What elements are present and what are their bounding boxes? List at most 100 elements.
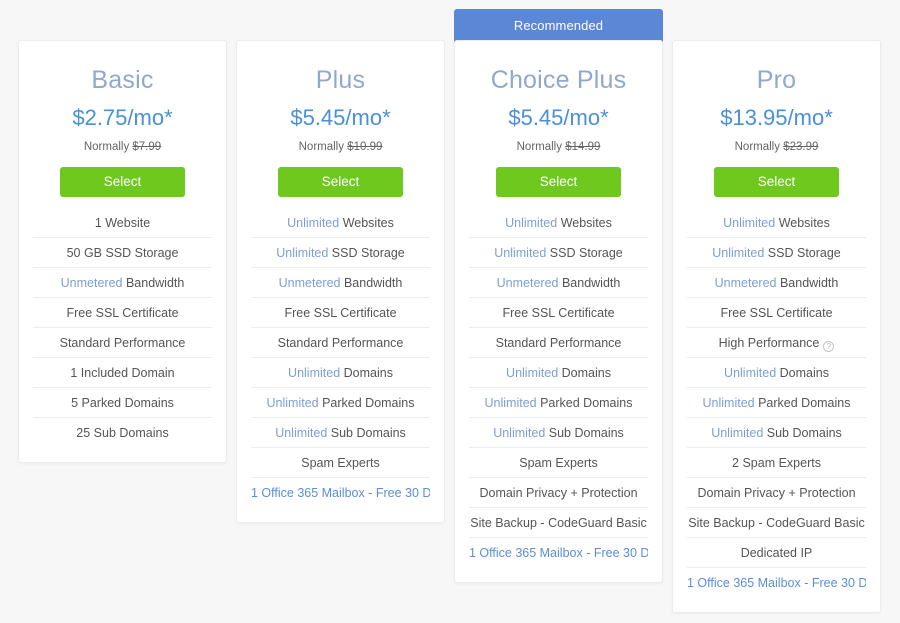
feature-label: Standard Performance [495,336,622,350]
feature-label: Standard Performance [59,336,186,350]
feature-label: Domain Privacy + Protection [697,486,856,500]
plan-title: Basic [91,66,154,94]
plan-normal-price: Normally $14.99 [455,140,662,154]
feature-label: Dedicated IP [740,546,813,560]
feature-row: Site Backup - CodeGuard Basic [687,508,866,538]
feature-row: Unlimited Sub Domains [251,418,430,448]
feature-row: 50 GB SSD Storage [33,238,212,268]
feature-row: Unlimited Domains [687,358,866,388]
feature-label: 1 Included Domain [70,366,175,380]
feature-row: Unlimited Websites [251,208,430,238]
feature-highlight: Unlimited [493,426,546,440]
feature-row: 1 Website [33,208,212,238]
select-button-choiceplus[interactable]: Select [496,167,621,197]
feature-label: Domains [340,366,393,380]
feature-row: Unlimited Parked Domains [469,388,648,418]
plan-price: $5.45/mo* [290,105,391,130]
feature-row: Free SSL Certificate [687,298,866,328]
feature-highlight: Unmetered [278,276,341,290]
feature-label: Free SSL Certificate [720,306,833,320]
feature-row: Unlimited Sub Domains [687,418,866,448]
struck-price: $7.99 [132,141,162,153]
feature-row[interactable]: 1 Office 365 Mailbox - Free 30 Days [469,538,648,568]
feature-row: High Performance? [687,328,866,358]
feature-label: Domain Privacy + Protection [479,486,638,500]
plan-normal-price: Normally $10.99 [237,140,444,154]
feature-row[interactable]: 1 Office 365 Mailbox - Free 30 Days [251,478,430,508]
feature-row: Unlimited SSD Storage [251,238,430,268]
plan-price: $13.95/mo* [720,105,833,130]
plan-header: Plus $5.45/mo* Normally $10.99 Select [237,41,444,197]
feature-label: Sub Domains [327,426,406,440]
struck-price: $10.99 [347,141,383,153]
feature-list: Unlimited Websites Unlimited SSD Storage U… [673,208,880,612]
feature-label: 1 Office 365 Mailbox - Free 30 Days [687,576,866,590]
info-icon[interactable]: ? [823,341,835,352]
feature-row: Unlimited Parked Domains [687,388,866,418]
feature-label: Bandwidth [122,276,185,290]
feature-row: Spam Experts [469,448,648,478]
feature-list: Unlimited Websites Unlimited SSD Storage U… [455,208,662,582]
feature-label: Site Backup - CodeGuard Basic [470,516,647,530]
normally-label: Normally [734,141,784,153]
feature-row: Unmetered Bandwidth [469,268,648,298]
plan-price: $2.75/mo* [72,105,173,130]
feature-label: Site Backup - CodeGuard Basic [688,516,865,530]
plan-price: $5.45/mo* [508,105,609,130]
feature-row[interactable]: 1 Office 365 Mailbox - Free 30 Days [687,568,866,598]
feature-label: Domains [558,366,611,380]
feature-row: 2 Spam Experts [687,448,866,478]
feature-label: Sub Domains [545,426,624,440]
feature-row: Domain Privacy + Protection [687,478,866,508]
plan-card-plus: Plus $5.45/mo* Normally $10.99 Select Unlimi… [236,40,445,523]
pricing-table: Recommended Basic $2.75/mo* Normally $7.99… [0,0,900,623]
feature-row: Free SSL Certificate [469,298,648,328]
normally-label: Normally [298,141,348,153]
plan-header: Pro $13.95/mo* Normally $23.99 Select [673,41,880,197]
select-button-plus[interactable]: Select [278,167,403,197]
feature-row: 1 Included Domain [33,358,212,388]
feature-label: Sub Domains [763,426,842,440]
feature-label: Parked Domains [318,396,415,410]
feature-label: Bandwidth [340,276,403,290]
plan-card-basic: Basic $2.75/mo* Normally $7.99 Select 1 Webs… [18,40,227,463]
normally-label: Normally [83,141,133,153]
plan-header: Choice Plus $5.45/mo* Normally $14.99 Selec… [455,41,662,197]
feature-label: Parked Domains [536,396,633,410]
feature-label: 50 GB SSD Storage [66,246,179,260]
select-button-pro[interactable]: Select [714,167,839,197]
feature-row: Standard Performance [33,328,212,358]
feature-row: Standard Performance [251,328,430,358]
feature-label: Bandwidth [776,276,839,290]
plan-title: Pro [756,66,797,94]
struck-price: $23.99 [783,141,819,153]
feature-highlight: Unlimited [711,426,764,440]
feature-highlight: Unlimited [723,216,776,230]
feature-list: Unlimited Websites Unlimited SSD Storage U… [237,208,444,522]
feature-row: Unlimited SSD Storage [469,238,648,268]
feature-label: Standard Performance [277,336,404,350]
feature-highlight: Unlimited [276,246,329,260]
feature-highlight: Unlimited [505,216,558,230]
feature-label: Free SSL Certificate [284,306,397,320]
feature-label: 25 Sub Domains [76,426,169,440]
feature-label: Free SSL Certificate [66,306,179,320]
feature-label: Free SSL Certificate [502,306,615,320]
feature-row: Site Backup - CodeGuard Basic [469,508,648,538]
feature-row: 25 Sub Domains [33,418,212,448]
feature-row: Unlimited Parked Domains [251,388,430,418]
feature-highlight: Unlimited [484,396,537,410]
plan-normal-price: Normally $7.99 [19,140,226,154]
feature-label: 1 Office 365 Mailbox - Free 30 Days [251,486,430,500]
select-button-basic[interactable]: Select [60,167,185,197]
feature-label: 1 Office 365 Mailbox - Free 30 Days [469,546,648,560]
feature-row: Unlimited Domains [469,358,648,388]
feature-row: 5 Parked Domains [33,388,212,418]
feature-row: Dedicated IP [687,538,866,568]
feature-label: Websites [557,216,612,230]
feature-label: SSD Storage [764,246,841,260]
feature-highlight: Unlimited [287,216,340,230]
feature-row: Unmetered Bandwidth [251,268,430,298]
feature-list: 1 Website 50 GB SSD Storage Unmetered Band… [19,208,226,462]
feature-row: Unlimited Websites [469,208,648,238]
